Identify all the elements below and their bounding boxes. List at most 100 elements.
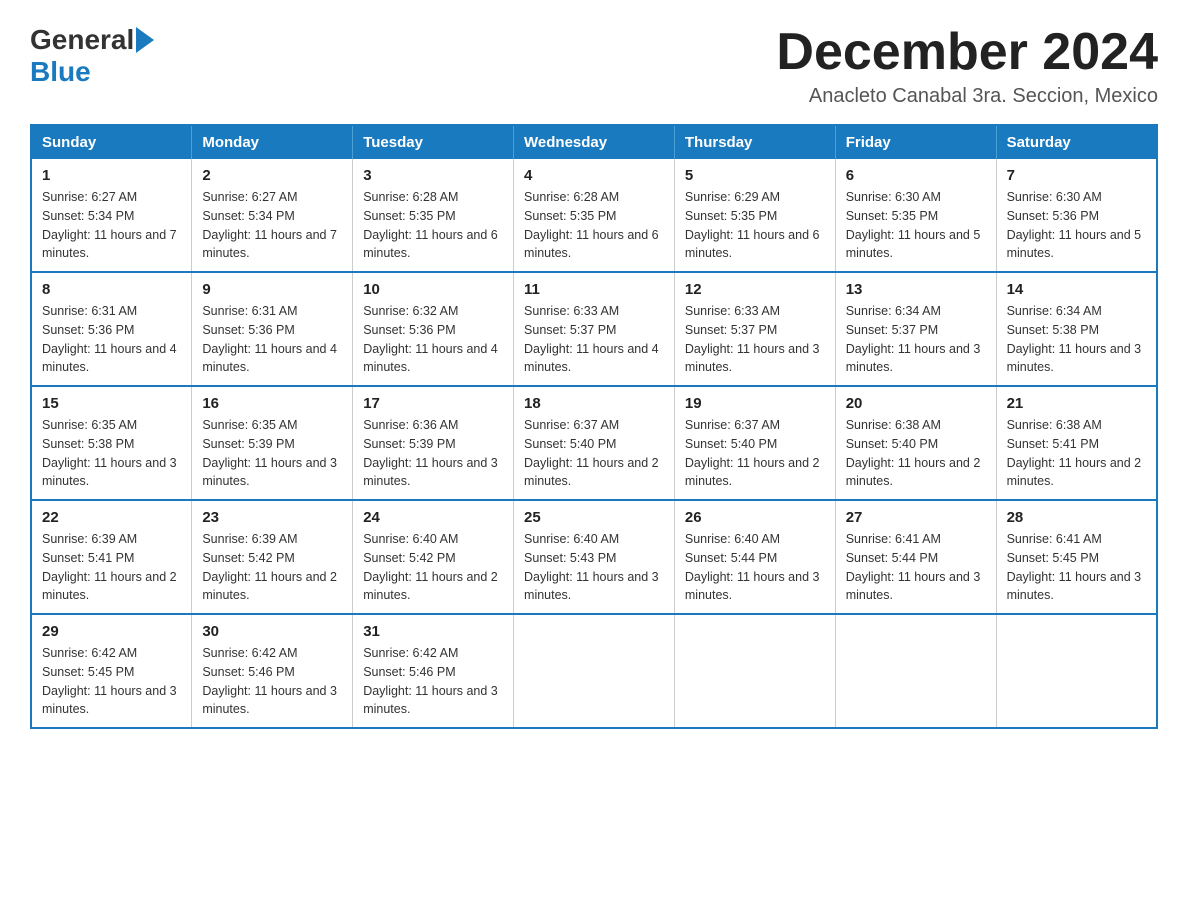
day-info: Sunrise: 6:39 AMSunset: 5:42 PMDaylight:…: [202, 530, 342, 605]
day-header-monday: Monday: [192, 125, 353, 159]
calendar-cell: 24 Sunrise: 6:40 AMSunset: 5:42 PMDayligh…: [353, 500, 514, 614]
calendar-cell: 22Sunrise: 6:39 AMSunset: 5:41 PMDayligh…: [31, 500, 192, 614]
day-number: 19: [685, 395, 825, 412]
day-info: Sunrise: 6:27 AMSunset: 5:34 PMDaylight:…: [42, 188, 181, 263]
page-header: General Blue December 2024 Anacleto Cana…: [30, 24, 1158, 108]
day-number: 26: [685, 509, 825, 526]
calendar-cell: 12 Sunrise: 6:33 AMSunset: 5:37 PMDayligh…: [674, 272, 835, 386]
calendar-cell: 25 Sunrise: 6:40 AMSunset: 5:43 PMDayligh…: [514, 500, 675, 614]
day-info: Sunrise: 6:38 AMSunset: 5:41 PMDaylight:…: [1007, 416, 1146, 491]
day-info: Sunrise: 6:31 AMSunset: 5:36 PMDaylight:…: [42, 302, 181, 377]
calendar-cell: 17Sunrise: 6:36 AMSunset: 5:39 PMDayligh…: [353, 386, 514, 500]
day-info: Sunrise: 6:34 AMSunset: 5:37 PMDaylight:…: [846, 302, 986, 377]
day-info: Sunrise: 6:42 AMSunset: 5:45 PMDaylight:…: [42, 644, 181, 719]
day-number: 11: [524, 281, 664, 298]
day-info: Sunrise: 6:42 AMSunset: 5:46 PMDaylight:…: [363, 644, 503, 719]
calendar-cell: [674, 614, 835, 728]
day-number: 17: [363, 395, 503, 412]
calendar-cell: [514, 614, 675, 728]
calendar-cell: 11Sunrise: 6:33 AMSunset: 5:37 PMDayligh…: [514, 272, 675, 386]
calendar-cell: 14 Sunrise: 6:34 AMSunset: 5:38 PMDayligh…: [996, 272, 1157, 386]
calendar-table: SundayMondayTuesdayWednesdayThursdayFrid…: [30, 124, 1158, 729]
day-header-sunday: Sunday: [31, 125, 192, 159]
day-info: Sunrise: 6:38 AMSunset: 5:40 PMDaylight:…: [846, 416, 986, 491]
day-info: Sunrise: 6:28 AMSunset: 5:35 PMDaylight:…: [524, 188, 664, 263]
day-header-thursday: Thursday: [674, 125, 835, 159]
calendar-cell: 4 Sunrise: 6:28 AMSunset: 5:35 PMDaylight…: [514, 159, 675, 272]
calendar-cell: 9Sunrise: 6:31 AMSunset: 5:36 PMDaylight…: [192, 272, 353, 386]
day-info: Sunrise: 6:29 AMSunset: 5:35 PMDaylight:…: [685, 188, 825, 263]
day-info: Sunrise: 6:40 AMSunset: 5:43 PMDaylight:…: [524, 530, 664, 605]
calendar-cell: 1 Sunrise: 6:27 AMSunset: 5:34 PMDaylight…: [31, 159, 192, 272]
day-number: 27: [846, 509, 986, 526]
day-number: 6: [846, 167, 986, 184]
day-number: 20: [846, 395, 986, 412]
day-number: 29: [42, 623, 181, 640]
day-number: 8: [42, 281, 181, 298]
day-number: 1: [42, 167, 181, 184]
day-info: Sunrise: 6:28 AMSunset: 5:35 PMDaylight:…: [363, 188, 503, 263]
calendar-cell: 8 Sunrise: 6:31 AMSunset: 5:36 PMDaylight…: [31, 272, 192, 386]
calendar-cell: 26Sunrise: 6:40 AMSunset: 5:44 PMDayligh…: [674, 500, 835, 614]
calendar-cell: 28 Sunrise: 6:41 AMSunset: 5:45 PMDayligh…: [996, 500, 1157, 614]
calendar-cell: 30 Sunrise: 6:42 AMSunset: 5:46 PMDayligh…: [192, 614, 353, 728]
day-info: Sunrise: 6:41 AMSunset: 5:44 PMDaylight:…: [846, 530, 986, 605]
calendar-cell: 29 Sunrise: 6:42 AMSunset: 5:45 PMDayligh…: [31, 614, 192, 728]
day-number: 21: [1007, 395, 1146, 412]
day-info: Sunrise: 6:33 AMSunset: 5:37 PMDaylight:…: [685, 302, 825, 377]
day-info: Sunrise: 6:42 AMSunset: 5:46 PMDaylight:…: [202, 644, 342, 719]
day-number: 2: [202, 167, 342, 184]
calendar-cell: 31 Sunrise: 6:42 AMSunset: 5:46 PMDayligh…: [353, 614, 514, 728]
day-number: 25: [524, 509, 664, 526]
day-number: 15: [42, 395, 181, 412]
logo-arrow-icon: [136, 27, 154, 53]
day-number: 31: [363, 623, 503, 640]
calendar-cell: 16Sunrise: 6:35 AMSunset: 5:39 PMDayligh…: [192, 386, 353, 500]
day-number: 28: [1007, 509, 1146, 526]
day-info: Sunrise: 6:34 AMSunset: 5:38 PMDaylight:…: [1007, 302, 1146, 377]
calendar-cell: [835, 614, 996, 728]
logo: General Blue: [30, 24, 154, 88]
calendar-cell: 19 Sunrise: 6:37 AMSunset: 5:40 PMDayligh…: [674, 386, 835, 500]
calendar-cell: [996, 614, 1157, 728]
day-number: 7: [1007, 167, 1146, 184]
day-info: Sunrise: 6:30 AMSunset: 5:35 PMDaylight:…: [846, 188, 986, 263]
day-number: 3: [363, 167, 503, 184]
day-header-friday: Friday: [835, 125, 996, 159]
day-number: 23: [202, 509, 342, 526]
calendar-week-row: 29 Sunrise: 6:42 AMSunset: 5:45 PMDayligh…: [31, 614, 1157, 728]
day-number: 30: [202, 623, 342, 640]
calendar-header-row: SundayMondayTuesdayWednesdayThursdayFrid…: [31, 125, 1157, 159]
calendar-week-row: 8 Sunrise: 6:31 AMSunset: 5:36 PMDaylight…: [31, 272, 1157, 386]
day-info: Sunrise: 6:40 AMSunset: 5:42 PMDaylight:…: [363, 530, 503, 605]
logo-general: General: [30, 24, 134, 56]
day-info: Sunrise: 6:35 AMSunset: 5:38 PMDaylight:…: [42, 416, 181, 491]
day-number: 18: [524, 395, 664, 412]
day-info: Sunrise: 6:41 AMSunset: 5:45 PMDaylight:…: [1007, 530, 1146, 605]
day-number: 12: [685, 281, 825, 298]
title-section: December 2024 Anacleto Canabal 3ra. Secc…: [776, 24, 1158, 108]
calendar-cell: 3 Sunrise: 6:28 AMSunset: 5:35 PMDaylight…: [353, 159, 514, 272]
calendar-cell: 6 Sunrise: 6:30 AMSunset: 5:35 PMDaylight…: [835, 159, 996, 272]
logo-blue: Blue: [30, 56, 91, 88]
subtitle: Anacleto Canabal 3ra. Seccion, Mexico: [776, 85, 1158, 108]
calendar-cell: 21 Sunrise: 6:38 AMSunset: 5:41 PMDayligh…: [996, 386, 1157, 500]
day-number: 5: [685, 167, 825, 184]
day-info: Sunrise: 6:37 AMSunset: 5:40 PMDaylight:…: [524, 416, 664, 491]
calendar-cell: 15 Sunrise: 6:35 AMSunset: 5:38 PMDayligh…: [31, 386, 192, 500]
day-info: Sunrise: 6:30 AMSunset: 5:36 PMDaylight:…: [1007, 188, 1146, 263]
main-title: December 2024: [776, 24, 1158, 81]
day-number: 14: [1007, 281, 1146, 298]
calendar-cell: 20 Sunrise: 6:38 AMSunset: 5:40 PMDayligh…: [835, 386, 996, 500]
calendar-cell: 2Sunrise: 6:27 AMSunset: 5:34 PMDaylight…: [192, 159, 353, 272]
calendar-cell: 23 Sunrise: 6:39 AMSunset: 5:42 PMDayligh…: [192, 500, 353, 614]
day-number: 4: [524, 167, 664, 184]
day-info: Sunrise: 6:35 AMSunset: 5:39 PMDaylight:…: [202, 416, 342, 491]
day-info: Sunrise: 6:37 AMSunset: 5:40 PMDaylight:…: [685, 416, 825, 491]
calendar-week-row: 22Sunrise: 6:39 AMSunset: 5:41 PMDayligh…: [31, 500, 1157, 614]
calendar-cell: 27 Sunrise: 6:41 AMSunset: 5:44 PMDayligh…: [835, 500, 996, 614]
day-info: Sunrise: 6:31 AMSunset: 5:36 PMDaylight:…: [202, 302, 342, 377]
day-number: 24: [363, 509, 503, 526]
calendar-cell: 18 Sunrise: 6:37 AMSunset: 5:40 PMDayligh…: [514, 386, 675, 500]
day-number: 10: [363, 281, 503, 298]
